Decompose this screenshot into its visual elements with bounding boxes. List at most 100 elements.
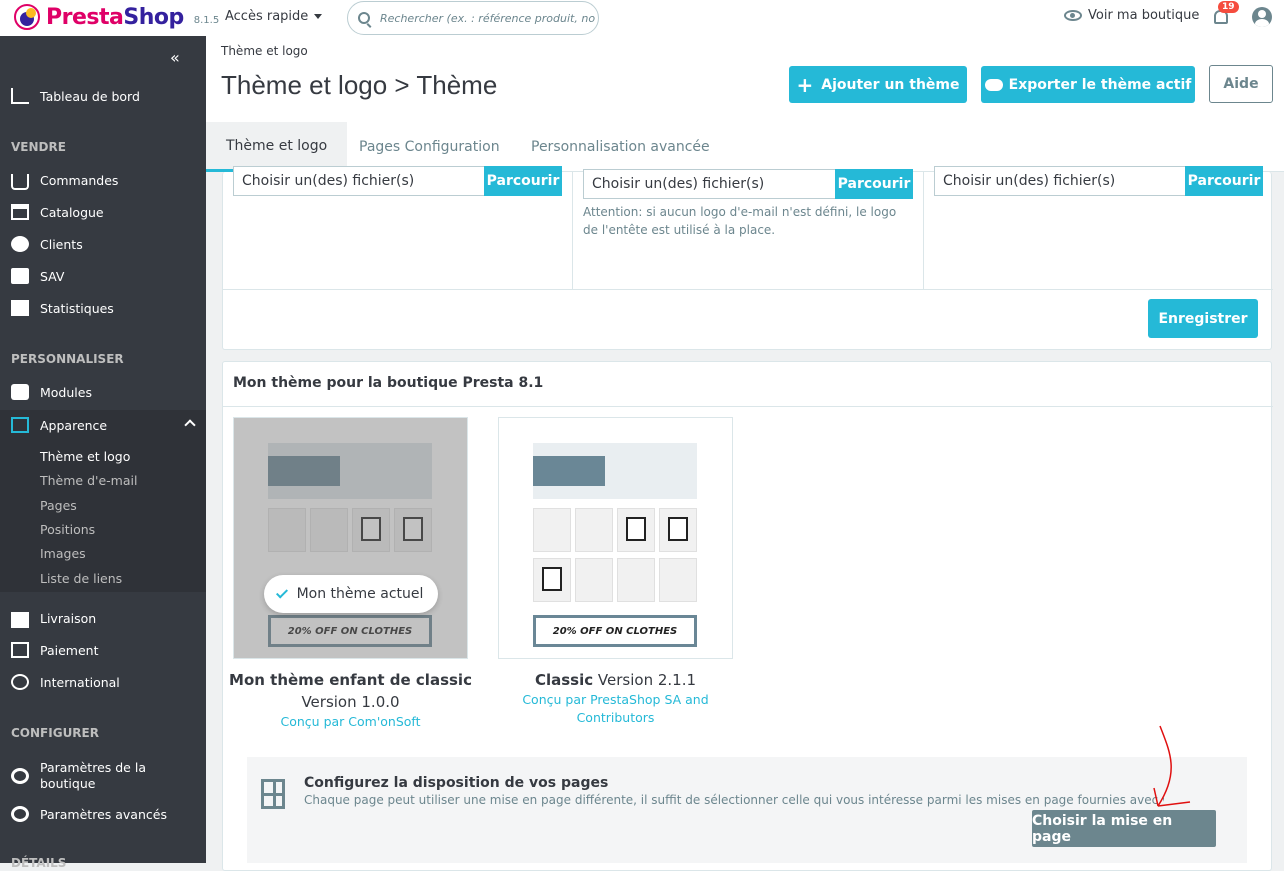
preview-product-tile [659, 508, 697, 552]
prestashop-logo[interactable]: PrestaShop 8.1.5 [14, 4, 219, 30]
chat-icon [11, 268, 29, 284]
sidebar-item-stats[interactable]: Statistiques [0, 294, 206, 322]
sidebar-item-shipping[interactable]: Livraison [0, 604, 206, 632]
sidebar-section-details: DÉTAILS [11, 856, 67, 870]
sidebar-item-shop-params[interactable]: Paramètres de la boutique [0, 758, 206, 794]
view-shop-link[interactable]: Voir ma boutique [1064, 8, 1199, 23]
add-theme-button[interactable]: + Ajouter un thème [789, 66, 967, 103]
breadcrumb[interactable]: Thème et logo [221, 44, 308, 58]
red-arrow-annotation [1153, 725, 1191, 807]
cloud-download-icon [984, 78, 1003, 91]
theme-author-link[interactable]: Conçu par Com'onSoft [223, 713, 478, 731]
preview-promo-banner: 20% OFF ON CLOTHES [533, 615, 697, 647]
gear-icon [11, 768, 29, 784]
sidebar-item-dashboard[interactable]: Tableau de bord [0, 82, 206, 110]
sidebar-item-international[interactable]: International [0, 668, 206, 696]
heading-divider [223, 406, 1273, 407]
gear-icon [11, 806, 29, 822]
layout-config-title: Configurez la disposition de vos pages [304, 775, 609, 791]
monitor-icon [11, 417, 29, 433]
preview-product-tile [575, 558, 613, 602]
preview-product-tile [533, 508, 571, 552]
sidebar-item-appearance[interactable]: Apparence [0, 410, 206, 440]
search-input[interactable]: Rechercher (ex. : référence produit, no [347, 1, 599, 35]
submenu-images[interactable]: Images [40, 546, 86, 561]
preview-frame [542, 567, 562, 591]
globe-icon [11, 674, 29, 690]
top-bar: PrestaShop 8.1.5 Accès rapide Rechercher… [0, 0, 1284, 36]
search-icon [358, 12, 370, 24]
chevron-down-icon [314, 14, 323, 19]
submenu-positions[interactable]: Positions [40, 522, 95, 537]
tab-pages-configuration[interactable]: Pages Configuration [339, 122, 520, 172]
email-logo-file-input[interactable]: Choisir un(des) fichier(s) [583, 169, 836, 199]
column-divider [572, 172, 573, 289]
header-logo-file-input[interactable]: Choisir un(des) fichier(s) [233, 166, 485, 196]
credit-card-icon [11, 642, 29, 658]
preview-product-tile [659, 558, 697, 602]
page-title: Thème et logo > Thème [221, 70, 498, 100]
theme-name: Mon thème enfant de classic [229, 671, 472, 689]
export-theme-button[interactable]: Exporter le thème actif [981, 66, 1195, 103]
bar-chart-icon [11, 300, 29, 316]
sidebar-item-orders[interactable]: Commandes [0, 166, 206, 194]
version-label: 8.1.5 [193, 14, 220, 26]
sidebar-section-personnaliser: PERSONNALISER [11, 352, 124, 366]
invoice-logo-file-input[interactable]: Choisir un(des) fichier(s) [934, 166, 1186, 196]
check-icon [275, 585, 288, 599]
page-header: Thème et logo Thème et logo > Thème + Ajo… [206, 36, 1284, 122]
preview-product-tile [533, 558, 571, 602]
browse-button[interactable]: Parcourir [1185, 166, 1263, 196]
email-logo-note: Attention: si aucun logo d'e-mail n'est … [583, 205, 897, 237]
preview-banner [533, 456, 605, 486]
logo-upload-panel: Choisir un(des) fichier(s) Parcourir Cho… [222, 166, 1273, 350]
account-circle-icon [11, 236, 29, 252]
sidebar-item-catalog[interactable]: Catalogue [0, 198, 206, 226]
theme-version: Version 1.0.0 [301, 693, 400, 711]
tabs-bar: Thème et logo Pages Configuration Person… [206, 122, 1284, 172]
trending-up-icon [11, 88, 29, 104]
sidebar-section-vendre: VENDRE [11, 140, 66, 154]
themes-panel-heading: Mon thème pour la boutique Presta 8.1 [233, 375, 544, 391]
search-placeholder: Rechercher (ex. : référence produit, no [380, 11, 596, 25]
browse-button[interactable]: Parcourir [835, 169, 913, 199]
tab-theme-logo[interactable]: Thème et logo [206, 122, 348, 172]
theme-name-version: Classic Version 2.1.1 [534, 671, 697, 689]
theme-preview-image: 20% OFF ON CLOTHES Mon thème actuel [234, 418, 467, 658]
submenu-link-list[interactable]: Liste de liens [40, 571, 122, 586]
submenu-pages[interactable]: Pages [40, 498, 77, 513]
sidebar: « Tableau de bord VENDRE Commandes Catal… [0, 36, 206, 870]
preview-product-tile [617, 558, 655, 602]
quick-access-dropdown[interactable]: Accès rapide [225, 9, 323, 24]
layout-config-text: Chaque page peut utiliser une mise en pa… [304, 793, 1164, 807]
layout-grid-icon [261, 779, 285, 809]
help-button[interactable]: Aide [1209, 65, 1273, 103]
user-avatar-icon[interactable] [1252, 7, 1272, 27]
tab-advanced-customization[interactable]: Personnalisation avancée [511, 122, 730, 172]
notification-badge: 19 [1218, 1, 1239, 13]
puzzle-icon [11, 384, 29, 400]
sidebar-section-configurer: CONFIGURER [11, 726, 99, 740]
current-theme-overlay [234, 418, 467, 658]
sidebar-item-payment[interactable]: Paiement [0, 636, 206, 664]
layout-config-box: Configurez la disposition de vos pages C… [247, 757, 1247, 863]
column-divider [923, 172, 924, 289]
choose-layout-button[interactable]: Choisir la mise en page [1032, 810, 1216, 847]
theme-preview-image: 20% OFF ON CLOTHES [499, 418, 732, 658]
sidebar-item-customers[interactable]: Clients [0, 230, 206, 258]
sidebar-item-modules[interactable]: Modules [0, 378, 206, 406]
submenu-email-theme[interactable]: Thème d'e-mail [40, 473, 137, 488]
truck-icon [11, 611, 29, 628]
brand-name: PrestaShop [46, 4, 184, 30]
submenu-theme-logo[interactable]: Thème et logo [40, 449, 130, 464]
browse-button[interactable]: Parcourir [484, 166, 562, 196]
panel-footer-divider [223, 289, 1273, 290]
theme-author-link[interactable]: Conçu par PrestaShop SA and Contributors [513, 691, 718, 727]
current-theme-badge: Mon thème actuel [264, 575, 438, 613]
theme-card-child[interactable]: 20% OFF ON CLOTHES Mon thème actuel [233, 417, 468, 659]
save-button[interactable]: Enregistrer [1148, 299, 1258, 338]
sidebar-item-advanced-params[interactable]: Paramètres avancés [0, 800, 206, 828]
sidebar-item-sav[interactable]: SAV [0, 262, 206, 290]
theme-card-classic[interactable]: 20% OFF ON CLOTHES [498, 417, 733, 659]
collapse-sidebar-icon[interactable]: « [170, 48, 180, 67]
